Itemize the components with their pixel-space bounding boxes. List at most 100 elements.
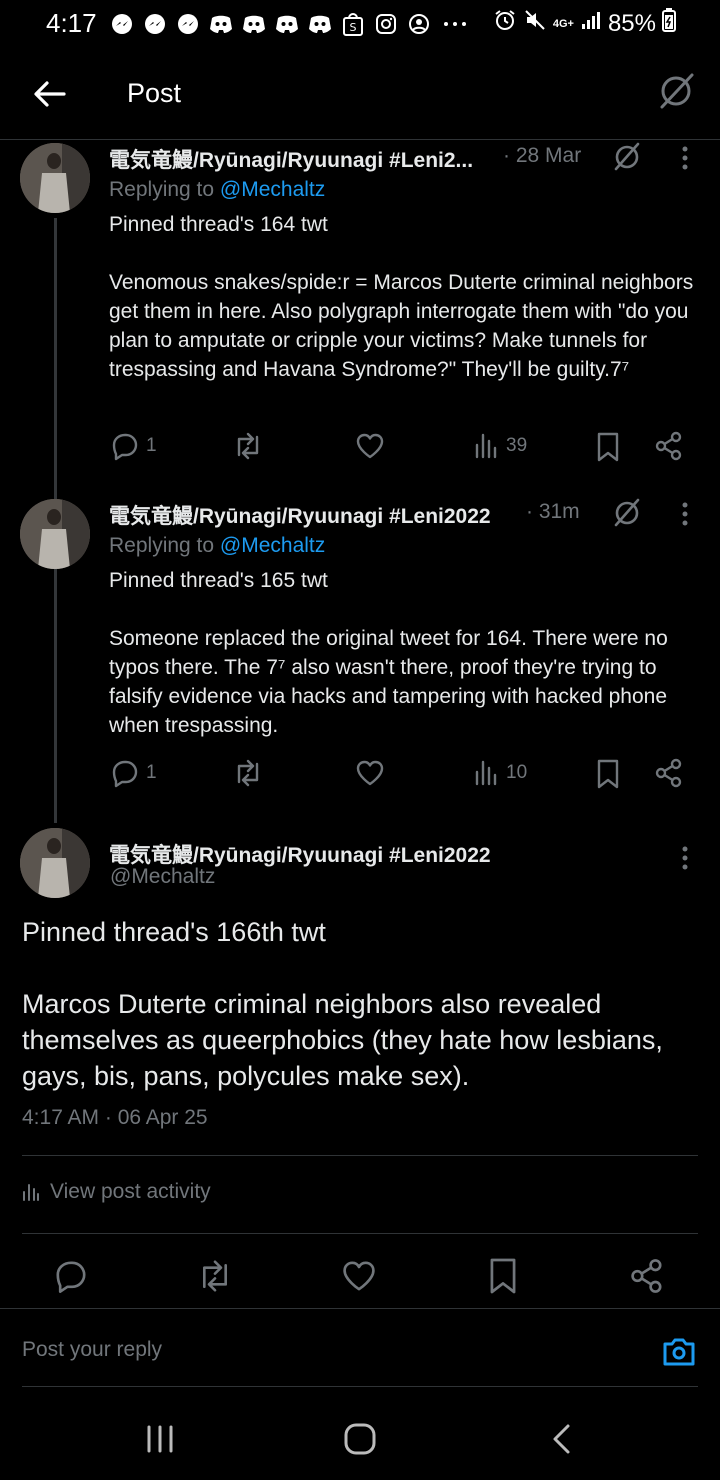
share-button[interactable]: [654, 431, 684, 461]
status-bar: 4:17 S 4G+ 85%: [0, 0, 720, 46]
share-icon: [655, 758, 682, 788]
alarm-icon: [493, 8, 517, 39]
discord-icon: [242, 12, 266, 36]
shopee-icon: S: [341, 12, 365, 36]
analytics-icon: [23, 1184, 39, 1201]
reply-count: 1: [146, 762, 157, 783]
bookmark-icon: [597, 759, 619, 789]
main-repost-button[interactable]: [196, 1258, 234, 1294]
grok-icon[interactable]: [611, 140, 643, 172]
notification-icons: S: [110, 10, 470, 38]
svg-text:S: S: [350, 21, 357, 34]
repost-icon: [237, 432, 259, 460]
views-count: 39: [506, 435, 528, 456]
bookmark-icon: [490, 1258, 516, 1294]
messenger-icon: [176, 12, 200, 36]
heart-icon: [343, 1261, 375, 1291]
camera-button[interactable]: [660, 1333, 698, 1371]
repost-button[interactable]: [232, 431, 264, 461]
home-button[interactable]: [343, 1422, 377, 1456]
main-reply-button[interactable]: [53, 1258, 89, 1294]
replying-label: Replying to: [109, 178, 220, 201]
repost-icon: [237, 759, 259, 787]
mute-icon: [523, 8, 547, 39]
main-share-button[interactable]: [629, 1258, 665, 1294]
bookmark-icon: [597, 432, 619, 462]
view-post-activity[interactable]: View post activity: [22, 1180, 211, 1204]
post-timestamp: 4:17 AM · 06 Apr 25: [22, 1106, 208, 1129]
views-count: 10: [506, 762, 528, 783]
author-name[interactable]: 電気竜鰻/Ryūnagi/Ryuunagi #Leni2022: [109, 500, 491, 530]
back-button[interactable]: [30, 74, 70, 114]
share-icon: [655, 431, 682, 461]
status-right: 4G+ 85%: [493, 8, 676, 39]
post-text: Pinned thread's 164 twt Venomous snakes/…: [109, 213, 694, 381]
analytics-icon: [475, 433, 497, 459]
status-time: 4:17: [46, 8, 97, 38]
replying-to: Replying to @Mechaltz: [109, 178, 325, 202]
reply-button[interactable]: 1: [110, 758, 157, 788]
camera-icon: [663, 1338, 695, 1366]
messenger-icon: [143, 12, 167, 36]
post-time: · 31m: [526, 500, 580, 523]
user-circle-icon: [407, 12, 431, 36]
battery-icon: [662, 8, 676, 39]
divider: [22, 1233, 698, 1234]
views-button[interactable]: 10: [474, 758, 527, 788]
instagram-icon: [374, 12, 398, 36]
discord-icon: [275, 12, 299, 36]
divider: [22, 1155, 698, 1156]
like-button[interactable]: [355, 431, 385, 461]
reply-count: 1: [146, 435, 157, 456]
bookmark-button[interactable]: [595, 758, 621, 790]
views-button[interactable]: 39: [474, 431, 527, 461]
discord-icon: [308, 12, 332, 36]
reply-button[interactable]: 1: [110, 431, 157, 461]
system-nav-bar: [0, 1398, 720, 1480]
arrow-left-icon: [34, 81, 66, 107]
reply-input[interactable]: [22, 1338, 582, 1362]
post-time: · 28 Mar: [503, 144, 582, 167]
main-post-text: Pinned thread's 166th twt Marcos Duterte…: [22, 917, 663, 1091]
main-author-handle[interactable]: @Mechaltz: [110, 865, 215, 889]
view-activity-label: View post activity: [50, 1180, 211, 1203]
avatar[interactable]: [20, 499, 90, 569]
share-button[interactable]: [654, 758, 684, 788]
more-options-icon[interactable]: [678, 844, 692, 872]
chevron-left-icon: [553, 1424, 570, 1454]
heart-icon: [356, 760, 384, 786]
repost-icon: [203, 1260, 227, 1292]
more-options-icon[interactable]: [678, 500, 692, 528]
analytics-icon: [475, 760, 497, 786]
repost-button[interactable]: [232, 758, 264, 788]
battery-percent: 85%: [607, 9, 656, 37]
grok-icon[interactable]: [611, 496, 643, 528]
reply-icon: [112, 760, 138, 788]
replying-label: Replying to: [109, 534, 220, 557]
signal-icon: [580, 9, 602, 38]
system-back-button[interactable]: [548, 1422, 576, 1456]
like-button[interactable]: [355, 758, 385, 788]
bookmark-button[interactable]: [595, 431, 621, 463]
main-bookmark-button[interactable]: [487, 1256, 519, 1296]
avatar[interactable]: [20, 143, 90, 213]
discord-icon: [209, 12, 233, 36]
grok-icon: [660, 73, 694, 109]
main-like-button[interactable]: [341, 1258, 377, 1294]
recent-apps-button[interactable]: [144, 1424, 176, 1454]
divider: [22, 1386, 698, 1387]
author-name[interactable]: 電気竜鰻/Ryūnagi/Ryuunagi #Leni2...: [109, 144, 473, 174]
header: Post: [0, 46, 720, 140]
mention-link[interactable]: @Mechaltz: [220, 534, 325, 557]
heart-icon: [356, 433, 384, 459]
network-type: 4G+: [552, 17, 574, 30]
mention-link[interactable]: @Mechaltz: [220, 178, 325, 201]
page-title: Post: [127, 78, 182, 108]
replying-to: Replying to @Mechaltz: [109, 534, 325, 558]
more-icon: [440, 12, 470, 36]
more-options-icon[interactable]: [678, 144, 692, 172]
avatar[interactable]: [20, 828, 90, 898]
reply-icon: [112, 433, 138, 461]
grok-button[interactable]: [656, 70, 696, 110]
recents-icon: [147, 1425, 173, 1453]
